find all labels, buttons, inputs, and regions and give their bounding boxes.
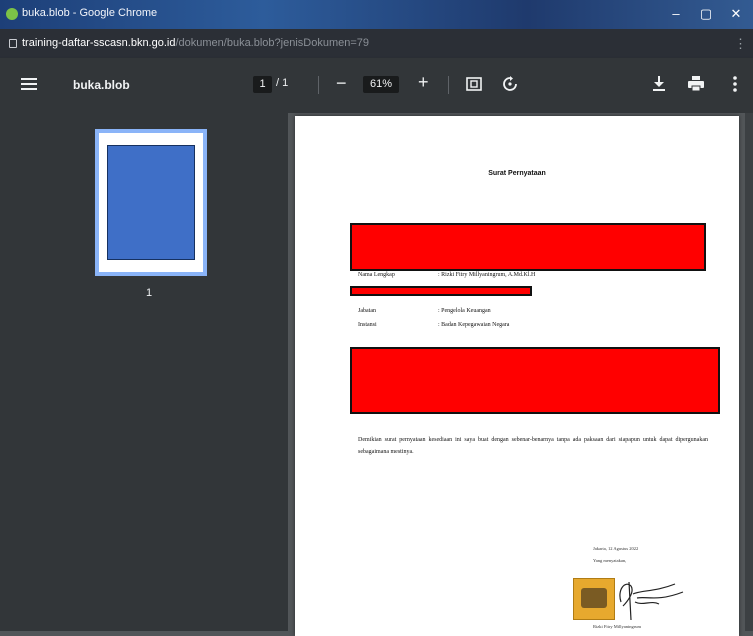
toolbar-divider [318, 76, 319, 94]
viewer-scrollbar[interactable] [745, 113, 753, 631]
maximize-button[interactable]: ▢ [695, 4, 717, 24]
field-value-instansi: : Badan Kepegawaian Negara [438, 322, 510, 328]
redaction-bar [350, 286, 532, 296]
field-label-instansi: Instansi [358, 322, 377, 328]
thumbnail-sidebar: 1 [0, 113, 288, 631]
hamburger-menu-icon[interactable] [21, 77, 37, 91]
more-vertical-icon[interactable] [733, 76, 737, 92]
address-bar[interactable]: training-daftar-sscasn.bkn.go.id/dokumen… [0, 29, 753, 58]
field-label-nama: Nama Lengkap [358, 272, 395, 278]
page-total: / 1 [276, 77, 289, 89]
print-icon[interactable] [688, 76, 704, 92]
document-title: buka.blob [73, 78, 130, 92]
thumbnail-page-number: 1 [146, 287, 153, 299]
signature-name: Rizki Fitry Millyaningrum [593, 624, 641, 629]
page-thumbnail[interactable] [95, 129, 207, 276]
rotate-icon[interactable] [502, 76, 518, 92]
fit-to-page-icon[interactable] [466, 77, 482, 91]
url-host: training-daftar-sscasn.bkn.go.id [22, 37, 176, 49]
field-value-jabatan: : Pengelola Keuangan [438, 308, 491, 314]
browser-menu-icon[interactable]: ⋮ [734, 36, 747, 52]
pdf-toolbar: buka.blob 1 / 1 − 61% + [0, 58, 753, 113]
signature-role: Yang menyatakan, [593, 558, 627, 563]
thumbnail-preview [107, 145, 195, 260]
stamp-emblem [581, 588, 607, 608]
field-value-nama: : Rizki Fitry Millyaningrum, A.Md.Kl.H [438, 272, 536, 278]
minimize-button[interactable]: – [665, 4, 687, 24]
zoom-out-button[interactable]: − [336, 73, 347, 94]
toolbar-divider [448, 76, 449, 94]
lock-icon [9, 39, 17, 48]
close-button[interactable]: ✕ [725, 4, 747, 24]
browser-title-bar: buka.blob - Google Chrome – ▢ ✕ [0, 0, 753, 29]
pdf-page: Surat Pernyataan Nama Lengkap : Rizki Fi… [295, 116, 739, 636]
stamp-image [573, 578, 615, 620]
statement-paragraph: Demikian surat pernyataan kesediaan ini … [358, 437, 708, 455]
handwritten-signature [619, 581, 684, 621]
redaction-block [350, 347, 720, 414]
url-path: /dokumen/buka.blob?jenisDokumen=79 [175, 37, 370, 49]
download-icon[interactable] [653, 76, 665, 92]
favicon-icon [6, 8, 18, 20]
signature-place-date: Jakarta, 12 Agustus 2022 [593, 546, 639, 551]
field-label-jabatan: Jabatan [358, 308, 376, 314]
window-title: buka.blob - Google Chrome [22, 7, 158, 19]
redaction-block [350, 223, 706, 271]
zoom-in-button[interactable]: + [418, 72, 429, 93]
document-heading: Surat Pernyataan [488, 170, 546, 177]
zoom-level-input[interactable]: 61% [363, 76, 399, 93]
url-text[interactable]: training-daftar-sscasn.bkn.go.id/dokumen… [22, 37, 369, 49]
page-number-input[interactable]: 1 [253, 76, 272, 93]
